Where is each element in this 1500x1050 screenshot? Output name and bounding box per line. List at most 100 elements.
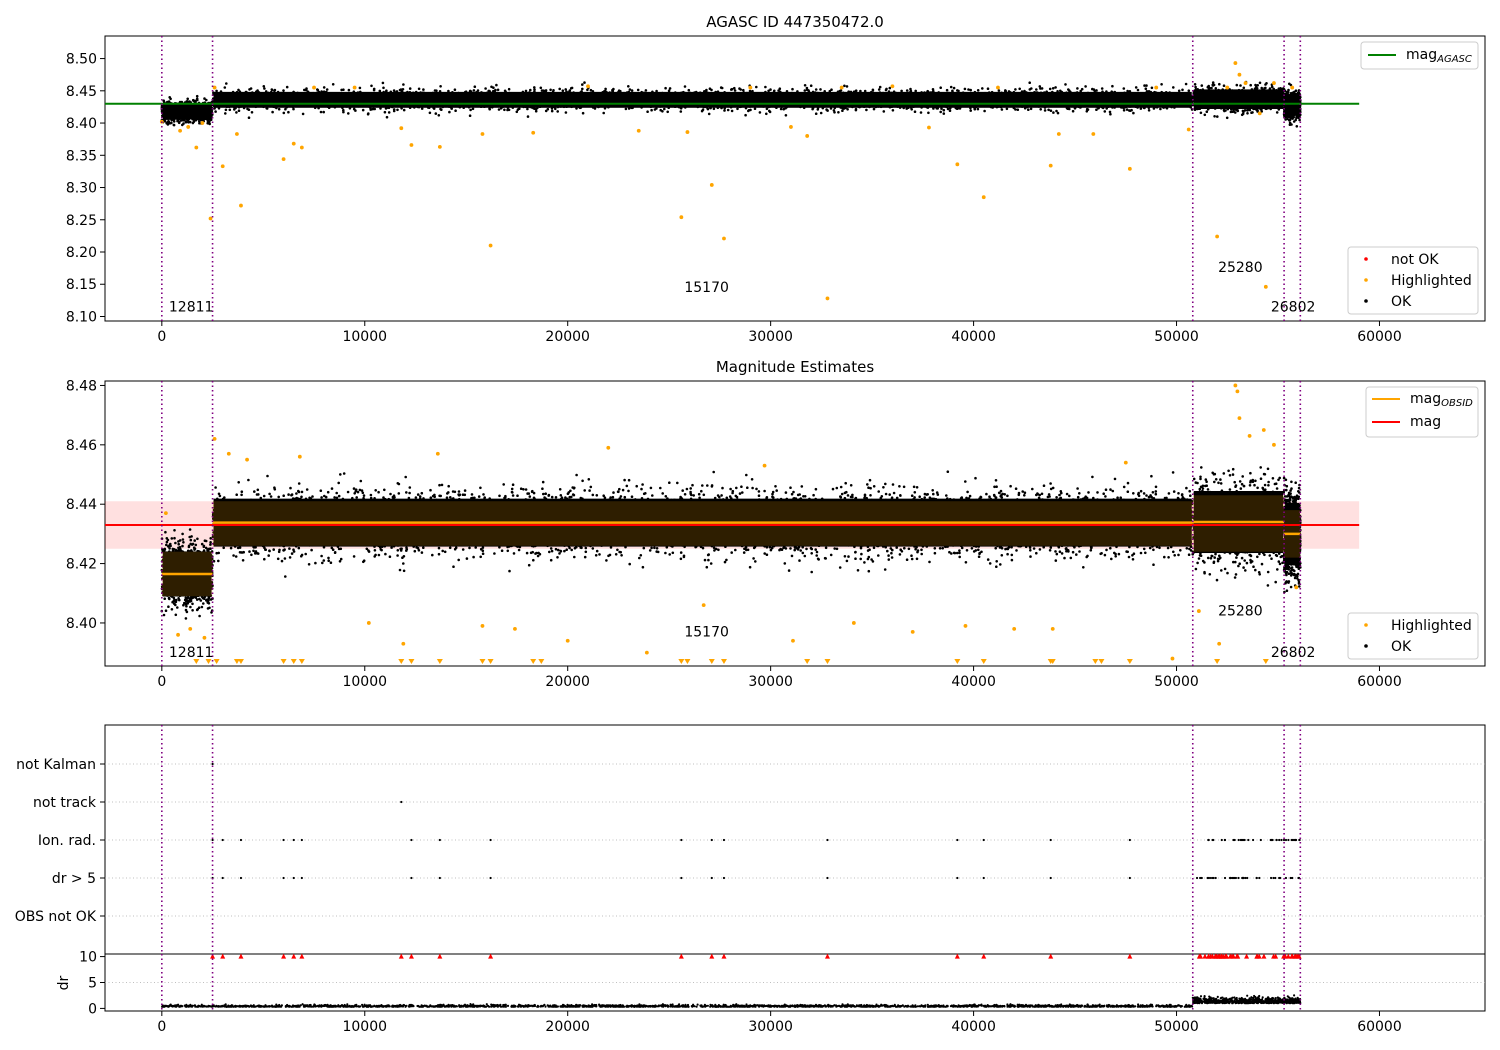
flag-point	[1284, 838, 1288, 842]
highlighted-point	[1217, 641, 1222, 646]
highlighted-point	[202, 635, 207, 640]
figure: AGASC ID 447350472.0 0 10000 20000 30000 400…	[0, 0, 1500, 1050]
highlighted-point	[299, 145, 304, 150]
legend-dot-marker	[1364, 257, 1368, 261]
chart-title: Magnitude Estimates	[716, 358, 874, 376]
flag-point	[1208, 876, 1212, 880]
legend-label: Highlighted	[1391, 273, 1472, 289]
flag-point	[1269, 876, 1273, 880]
highlighted-point	[1233, 383, 1238, 388]
legend-top: magOBSIDmag	[1365, 386, 1479, 438]
highlighted-point	[200, 121, 205, 125]
legend-dot-marker	[1364, 278, 1368, 282]
flag-point	[1231, 876, 1234, 880]
flag-point	[1200, 876, 1203, 880]
x-tick-label: 20000	[545, 1019, 590, 1035]
highlighted-point	[176, 632, 180, 637]
flag-point	[1237, 876, 1240, 880]
flag-point	[282, 838, 285, 842]
flag-point	[1275, 838, 1278, 842]
flag-point	[1237, 838, 1240, 842]
y-axis-label: dr	[56, 975, 72, 990]
flag-point	[239, 838, 243, 842]
obsid-annotation: 15170	[684, 624, 729, 640]
highlighted-point	[1154, 85, 1159, 90]
flag-point	[1247, 838, 1250, 842]
highlighted-point	[435, 451, 440, 456]
flag-point	[221, 838, 224, 842]
flag-point	[300, 838, 303, 842]
flag-point	[438, 876, 441, 880]
flag-point	[1278, 838, 1281, 842]
highlighted-point	[1170, 656, 1175, 661]
highlighted-point	[762, 463, 767, 468]
x-tick-label: 20000	[545, 329, 590, 345]
x-tick-label: 50000	[1154, 1019, 1199, 1035]
chart-title: AGASC ID 447350472.0	[706, 13, 884, 31]
highlighted-point	[1048, 163, 1053, 168]
x-tick-label: 60000	[1357, 1019, 1402, 1035]
category-label: OBS not OK	[15, 909, 97, 925]
y-tick-label: 8.30	[66, 181, 97, 197]
flag-point	[410, 838, 413, 842]
flag-point	[1206, 876, 1209, 880]
legend-label: mag	[1410, 414, 1441, 430]
flag-point	[956, 838, 959, 842]
highlighted-point	[1257, 111, 1262, 116]
x-tick-label: 30000	[748, 329, 793, 345]
highlighted-point	[890, 84, 895, 89]
highlighted-point	[1196, 609, 1201, 613]
highlighted-point	[996, 85, 1000, 90]
flag-point	[1049, 876, 1052, 880]
flag-point	[1049, 838, 1052, 842]
category-label: dr > 5	[52, 871, 96, 887]
highlighted-point	[586, 84, 590, 89]
highlighted-point	[839, 85, 844, 90]
legend-dot-marker	[1364, 623, 1368, 627]
highlighted-point	[927, 125, 931, 130]
highlighted-point	[791, 638, 795, 643]
highlighted-point	[366, 621, 371, 625]
highlighted-point	[789, 125, 793, 129]
flag-point	[1293, 838, 1296, 842]
highlighted-point	[235, 132, 239, 136]
highlighted-point	[1091, 132, 1096, 136]
highlighted-point	[685, 130, 690, 134]
highlighted-point	[910, 629, 915, 634]
highlighted-point	[606, 445, 611, 450]
y-tick-label: 8.46	[66, 438, 97, 454]
y-tick-label: 8.35	[66, 148, 97, 164]
flag-point	[680, 838, 683, 842]
highlighted-point	[1235, 389, 1240, 394]
highlighted-point	[1233, 61, 1238, 65]
y-tick-label: 8.45	[66, 84, 97, 100]
obsid-annotation: 26802	[1271, 645, 1316, 661]
highlighted-point	[963, 624, 968, 628]
flag-point	[1291, 876, 1294, 880]
highlighted-point	[1247, 434, 1252, 438]
highlighted-point	[851, 621, 856, 625]
flag-point	[300, 876, 303, 880]
y-tick-label: 0	[88, 1001, 97, 1017]
highlighted-point	[480, 132, 485, 136]
legend-dot-marker	[1364, 299, 1368, 303]
highlighted-point	[701, 603, 706, 608]
highlighted-point	[955, 162, 960, 167]
category-label: not Kalman	[16, 757, 96, 773]
highlighted-point	[513, 626, 517, 631]
highlighted-point	[644, 650, 649, 655]
legend-label: OK	[1391, 639, 1412, 655]
flag-point	[680, 876, 683, 880]
y-tick-label: 8.48	[66, 378, 97, 394]
highlighted-point	[1225, 85, 1230, 90]
highlighted-point	[352, 85, 357, 90]
flag-point	[722, 876, 726, 880]
highlighted-point	[1263, 284, 1268, 289]
highlighted-point	[188, 626, 193, 631]
x-tick-label: 30000	[748, 674, 793, 690]
obsid-annotation: 26802	[1271, 299, 1316, 315]
flag-point	[292, 876, 295, 880]
flag-point	[1258, 876, 1261, 880]
highlighted-point	[480, 624, 485, 628]
y-tick-label: 8.44	[66, 497, 97, 513]
